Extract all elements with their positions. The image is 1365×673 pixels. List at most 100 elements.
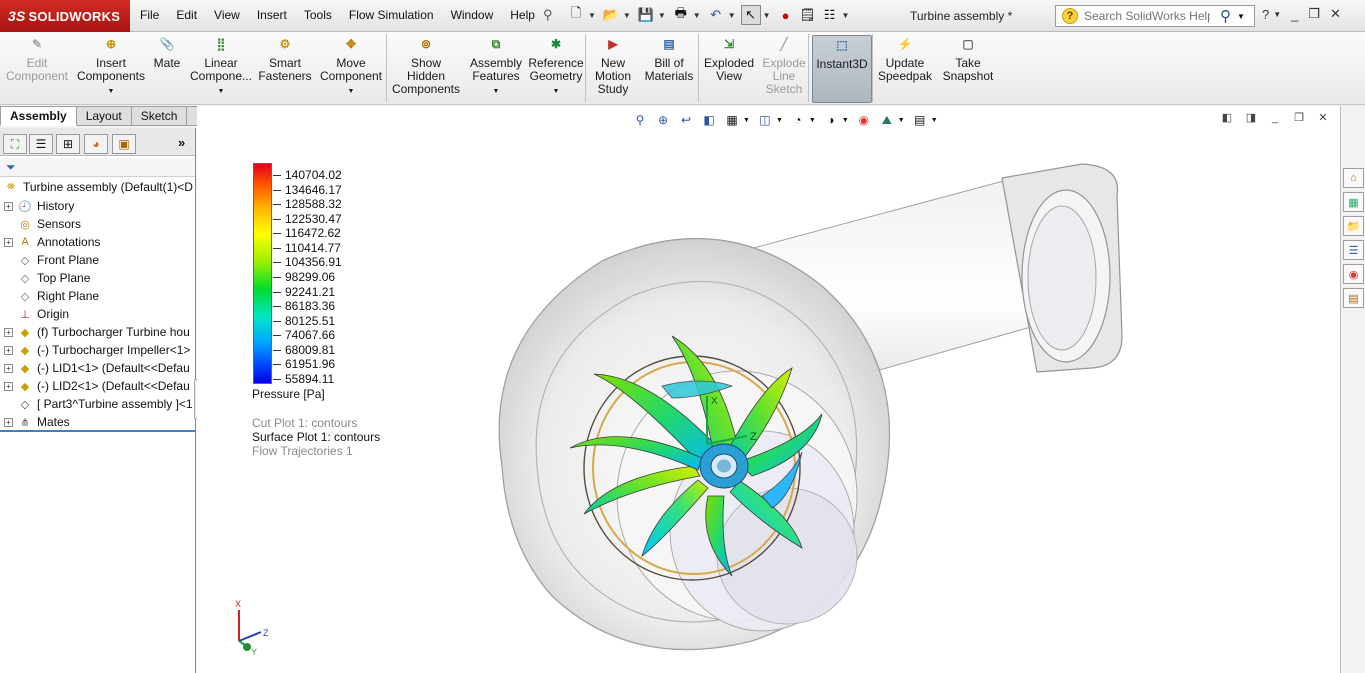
display-style-icon[interactable]: ◔	[789, 111, 807, 129]
view-palette-icon[interactable]: ☰	[1343, 240, 1364, 260]
plot-item-cut-plot-1-contours[interactable]: Cut Plot 1: contours	[252, 416, 380, 430]
tree-item-mates[interactable]: + ⋔ Mates	[4, 413, 70, 431]
viewport-minimize-icon[interactable]: _	[1268, 113, 1282, 125]
take-snapshot-button[interactable]: ▢ Take Snapshot	[938, 35, 998, 103]
expand-plus-icon[interactable]: +	[4, 237, 13, 247]
select-pointer-icon[interactable]: ↖	[740, 5, 761, 25]
chevron-down-icon[interactable]: ▼	[898, 117, 905, 124]
chevron-down-icon[interactable]: ▼	[348, 85, 355, 98]
menu-window[interactable]: Window	[451, 8, 494, 22]
plot-item-surface-plot-1-contours[interactable]: Surface Plot 1: contours	[252, 430, 380, 444]
expand-plus-icon[interactable]: +	[4, 417, 13, 427]
linear-compone-button[interactable]: ⣿ Linear Compone... ▼	[190, 35, 252, 103]
chevron-down-icon[interactable]: ▼	[1273, 10, 1281, 19]
viewport-previous-icon[interactable]: ◧	[1220, 113, 1234, 125]
reference-geometry-button[interactable]: ✱ Reference Geometry ▼	[527, 35, 585, 103]
tree-item-top-plane[interactable]: ◇ Top Plane	[4, 269, 91, 287]
menu-help[interactable]: Help	[510, 8, 535, 22]
chevron-down-icon[interactable]: ▼	[493, 85, 500, 98]
restore-icon[interactable]: ❐	[1308, 6, 1320, 22]
chevron-down-icon[interactable]: ▼	[728, 11, 736, 20]
custom-properties-icon[interactable]: ▤	[1343, 288, 1364, 308]
explode-line-sketch-button[interactable]: ╱ Explode Line Sketch	[760, 35, 808, 103]
tree-item-origin[interactable]: ⊥ Origin	[4, 305, 69, 323]
edit-component-button[interactable]: ✎ Edit Component	[2, 35, 72, 103]
turbocharger-model[interactable]: X Z	[462, 136, 1162, 673]
tab-layout[interactable]: Layout	[76, 106, 132, 126]
chevron-down-icon[interactable]: ▼	[693, 11, 701, 20]
viewport-restore-icon[interactable]: ❐	[1292, 113, 1306, 125]
expand-plus-icon[interactable]: +	[4, 201, 13, 211]
exploded-view-button[interactable]: ⇲ Exploded View	[700, 35, 758, 103]
chevron-down-icon[interactable]: ▼	[553, 85, 560, 98]
help-menu-icon[interactable]: ?	[1262, 7, 1269, 22]
update-speedpak-button[interactable]: ⚡ Update Speedpak	[875, 35, 935, 103]
solidworks-logo[interactable]: 3S SOLIDWORKS	[0, 0, 130, 32]
view-orientation-icon[interactable]: ◫	[756, 111, 774, 129]
menu-view[interactable]: View	[214, 8, 240, 22]
options-icon[interactable]: ☷	[820, 5, 840, 25]
chevron-down-icon[interactable]: ▼	[842, 117, 849, 124]
tree-item-lid2-1-default-defau[interactable]: + ◆ (-) LID2<1> (Default<<Defau	[4, 377, 190, 395]
tree-item-f-turbocharger-turbine-hou[interactable]: + ◆ (f) Turbocharger Turbine hou	[4, 323, 190, 341]
help-search-input[interactable]	[1082, 8, 1212, 24]
chevron-down-icon[interactable]: ▼	[776, 117, 783, 124]
chevron-down-icon[interactable]: ▼	[658, 11, 666, 20]
tree-item-annotations[interactable]: + A Annotations	[4, 233, 100, 251]
file-explorer-icon[interactable]: 📁	[1343, 216, 1364, 236]
bill-of-materials-button[interactable]: ▤ Bill of Materials	[641, 35, 697, 103]
section-view-icon[interactable]: ◧	[700, 111, 718, 129]
open-folder-icon[interactable]: 📂	[601, 5, 621, 25]
tree-item-sensors[interactable]: ◎ Sensors	[4, 215, 81, 233]
tab-assembly[interactable]: Assembly	[0, 106, 77, 126]
plot-item-flow-trajectories-1[interactable]: Flow Trajectories 1	[252, 444, 380, 458]
mate-button[interactable]: 📎 Mate	[147, 35, 187, 103]
new-document-icon[interactable]: 🗋	[566, 5, 586, 25]
insert-components-button[interactable]: ⊕ Insert Components ▼	[70, 35, 152, 103]
view-settings-icon[interactable]: ▤	[911, 111, 929, 129]
chevron-down-icon[interactable]: ▼	[763, 11, 771, 20]
menu-tools[interactable]: Tools	[304, 8, 332, 22]
tree-item-turbocharger-impeller-1[interactable]: + ◆ (-) Turbocharger Impeller<1>	[4, 341, 190, 359]
apply-scene-icon[interactable]: ⛰	[878, 111, 896, 129]
search-icon[interactable]: ⚲	[1220, 7, 1231, 25]
previous-view-icon[interactable]: ↩	[677, 111, 695, 129]
expand-plus-icon[interactable]: +	[4, 345, 13, 355]
chevron-down-icon[interactable]: ▼	[743, 117, 750, 124]
file-properties-icon[interactable]: 🗒	[798, 5, 818, 25]
print-icon[interactable]: 🖶	[671, 5, 691, 25]
graphics-area[interactable]: ⚲ ⊕ ↩ ◧ ▦ ▼ ◫ ▼ ◔ ▼ ◑ ▼ ◉ ⛰ ▼ ▤ ▼ ◧ ◨ _ ❐ ✕ 14…	[197, 106, 1340, 673]
tree-item-part3-turbine-assembly-1[interactable]: ◇ [ Part3^Turbine assembly ]<1	[4, 395, 193, 413]
chevron-down-icon[interactable]: ▼	[809, 117, 816, 124]
design-library-icon[interactable]: ▦	[1343, 192, 1364, 212]
dynamic-annotation-icon[interactable]: ▦	[723, 111, 741, 129]
menu-file[interactable]: File	[140, 8, 159, 22]
menu-flow-simulation[interactable]: Flow Simulation	[349, 8, 434, 22]
minimize-icon[interactable]: _	[1291, 7, 1298, 22]
pin-icon[interactable]: ⚲	[543, 7, 553, 23]
appearances-icon[interactable]: ◉	[1343, 264, 1364, 284]
chevron-down-icon[interactable]: ▼	[588, 11, 596, 20]
edit-appearance-icon[interactable]: ◉	[855, 111, 873, 129]
home-icon[interactable]: ⌂	[1343, 168, 1364, 188]
rebuild-traffic-light-icon[interactable]: ●	[776, 5, 796, 25]
hide-show-items-icon[interactable]: ◑	[822, 111, 840, 129]
save-icon[interactable]: 💾	[636, 5, 656, 25]
chevron-down-icon[interactable]: ▼	[108, 85, 115, 98]
undo-icon[interactable]: ↶	[706, 5, 726, 25]
tree-item-front-plane[interactable]: ◇ Front Plane	[4, 251, 99, 269]
tree-item-right-plane[interactable]: ◇ Right Plane	[4, 287, 99, 305]
tab-sketch[interactable]: Sketch	[131, 106, 188, 126]
new-motion-study-button[interactable]: ▶ New Motion Study	[588, 35, 638, 103]
tree-item-history[interactable]: + 🕘 History	[4, 197, 74, 215]
close-icon[interactable]: ✕	[1330, 6, 1341, 22]
smart-fasteners-button[interactable]: ⚙ Smart Fasteners	[256, 35, 314, 103]
show-hidden-components-button[interactable]: ⊚ Show Hidden Components	[390, 35, 462, 103]
tree-root-assembly[interactable]: ⛯ Turbine assembly (Default(1)<D	[3, 179, 193, 195]
move-component-button[interactable]: ✥ Move Component ▼	[316, 35, 386, 103]
chevron-down-icon[interactable]: ▼	[842, 11, 850, 20]
viewport-next-icon[interactable]: ◨	[1244, 113, 1258, 125]
chevron-down-icon[interactable]: ▼	[1237, 12, 1245, 21]
zoom-to-fit-icon[interactable]: ⚲	[631, 111, 649, 129]
expand-plus-icon[interactable]: +	[4, 363, 13, 373]
